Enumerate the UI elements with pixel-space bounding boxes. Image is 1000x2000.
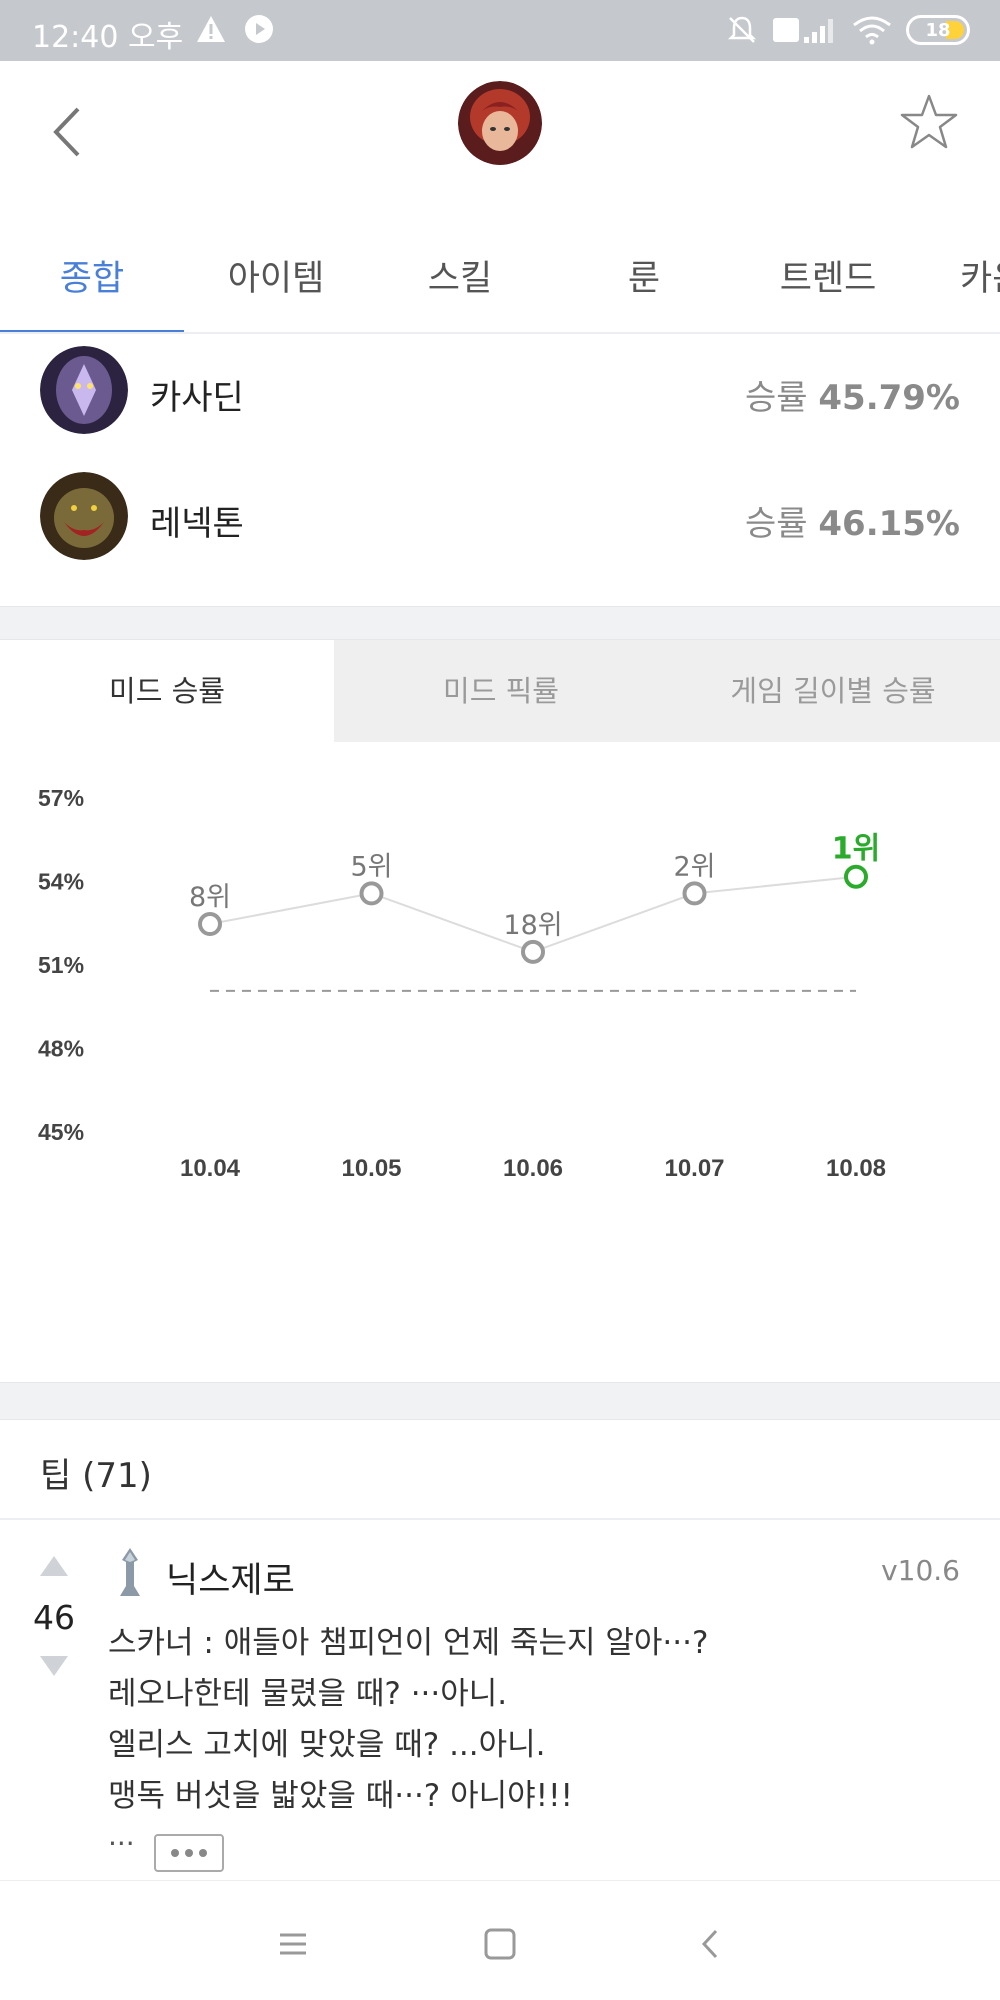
more-dots-icon	[171, 1849, 207, 1857]
upvote-arrow-icon[interactable]	[38, 1554, 70, 1578]
tip-item: 46 닉스제로 v10.6 스카너 : 애들아 챔피언이 언제 죽는지 알아··…	[0, 1522, 1000, 1880]
y-tick-label: 48%	[38, 1036, 84, 1062]
x-tick-label: 10.04	[180, 1155, 241, 1182]
back-arrow-icon[interactable]	[44, 97, 94, 167]
line-chart: 57% 54% 51% 48% 45% 8위 5위 18위 2위 1위 10.04 10.05 10.0…	[38, 785, 886, 1182]
tab-skills[interactable]: 스킬	[368, 250, 552, 301]
winrate-value: 46.15%	[818, 504, 960, 544]
tab-overview[interactable]: 종합	[0, 250, 184, 301]
tips-title: 팁 (71)	[40, 1456, 152, 1496]
rank-label: 1위	[832, 832, 880, 867]
tab-mid-winrate[interactable]: 미드 승률	[0, 640, 334, 742]
volte-signal-icon	[773, 18, 833, 43]
tip-line: 스카너 : 애들아 챔피언이 언제 죽는지 알아···?	[108, 1625, 709, 1661]
warning-icon	[197, 16, 225, 42]
chart-tabs: 미드 승률 미드 픽률 게임 길이별 승률	[0, 640, 1000, 742]
mute-icon	[727, 16, 757, 43]
active-tab-indicator	[0, 330, 184, 332]
tip-author[interactable]: 닉스제로	[166, 1552, 295, 1603]
y-tick-label: 45%	[38, 1119, 84, 1145]
tab-mid-pickrate[interactable]: 미드 픽률	[334, 640, 668, 742]
tip-ellipsis: ···	[108, 1827, 135, 1860]
counter-winrate: 승률 46.15%	[745, 496, 960, 545]
vote-count: 46	[33, 1598, 75, 1637]
rank-label: 2위	[673, 851, 715, 882]
y-tick-label: 54%	[38, 869, 84, 895]
counter-row[interactable]: 레넥톤 승률 46.15%	[0, 462, 1000, 572]
tips-header: 팁 (71)	[0, 1420, 1000, 1520]
winrate-label: 승률	[745, 378, 808, 418]
tip-line: 레오나한테 물렸을 때? ···아니.	[108, 1676, 508, 1712]
section-divider	[0, 1382, 1000, 1420]
data-point	[682, 881, 707, 906]
rank-label: 5위	[350, 851, 392, 882]
rank-emblem-icon	[120, 1548, 140, 1596]
rank-label: 18위	[503, 910, 562, 941]
winrate-label: 승률	[745, 504, 808, 544]
downvote-arrow-icon[interactable]	[38, 1654, 70, 1678]
back-nav-icon[interactable]	[686, 1919, 736, 1969]
tab-game-length-winrate[interactable]: 게임 길이별 승률	[666, 640, 1000, 742]
tip-version: v10.6	[881, 1554, 960, 1587]
tab-runes[interactable]: 룬	[552, 250, 736, 301]
champion-avatar	[458, 81, 542, 165]
data-point	[521, 939, 545, 964]
winrate-value: 45.79%	[818, 378, 960, 418]
data-point	[844, 864, 868, 889]
counter-name: 카사딘	[150, 378, 244, 418]
tip-line: 맹독 버섯을 밟았을 때···? 아니야!!!	[108, 1778, 573, 1814]
renekton-avatar	[40, 472, 128, 560]
battery-icon: 18	[906, 15, 970, 45]
data-point	[359, 881, 384, 906]
app-header	[0, 61, 1000, 241]
y-tick-label: 57%	[38, 785, 84, 811]
kassadin-avatar	[40, 346, 128, 434]
data-point	[198, 912, 222, 937]
rank-label: 8위	[189, 882, 231, 913]
status-time: 12:40 오후	[32, 20, 184, 55]
x-tick-label: 10.05	[341, 1155, 401, 1182]
wifi-icon	[853, 16, 891, 45]
section-divider	[0, 606, 1000, 640]
battery-level: 18	[925, 19, 951, 41]
home-icon[interactable]	[475, 1919, 525, 1969]
counter-winrate: 승률 45.79%	[745, 370, 960, 419]
main-tabs: 종합 아이템 스킬 룬 트렌드 카운	[0, 230, 1000, 334]
tip-line: 엘리스 고치에 맞았을 때? ...아니.	[108, 1727, 546, 1763]
system-nav-bar	[0, 1880, 1000, 2000]
play-icon	[245, 15, 273, 43]
x-tick-label: 10.06	[503, 1155, 563, 1182]
counter-list: 카사딘 승률 45.79% 레넥톤 승률 46.15%	[0, 336, 1000, 606]
x-tick-label: 10.07	[664, 1155, 724, 1182]
y-tick-label: 51%	[38, 952, 84, 978]
favorite-star-icon[interactable]	[898, 91, 960, 153]
counter-row[interactable]: 카사딘 승률 45.79%	[0, 336, 1000, 446]
tip-body: 스카너 : 애들아 챔피언이 언제 죽는지 알아···? 레오나한테 물렸을 때…	[108, 1618, 968, 1822]
tab-items[interactable]: 아이템	[184, 250, 368, 301]
tab-counters[interactable]: 카운	[920, 250, 1000, 301]
more-button[interactable]	[154, 1834, 224, 1872]
counter-name: 레넥톤	[150, 504, 244, 544]
status-bar: 12:40 오후 18	[0, 0, 1000, 61]
tab-trends[interactable]: 트렌드	[736, 250, 920, 301]
x-tick-label: 10.08	[826, 1155, 886, 1182]
winrate-chart: 57% 54% 51% 48% 45% 8위 5위 18위 2위 1위 10.04 10.05 10.0…	[0, 742, 1000, 1382]
menu-icon[interactable]	[268, 1919, 318, 1969]
